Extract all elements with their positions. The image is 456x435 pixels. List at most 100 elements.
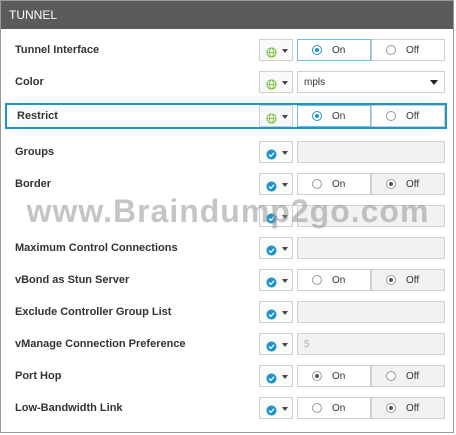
scope-dropdown[interactable] — [259, 397, 293, 419]
radio-off[interactable]: Off — [371, 269, 445, 291]
section-header: TUNNEL — [1, 1, 453, 29]
caret-down-icon — [282, 81, 288, 85]
caret-down-icon — [282, 311, 288, 315]
caret-down-icon — [282, 115, 288, 119]
radio-off[interactable]: Off — [371, 105, 445, 127]
check-circle-icon — [266, 211, 277, 224]
radio-on-label: On — [332, 179, 346, 190]
radio-indicator — [312, 371, 322, 381]
setting-row-vbond-as-stun-server: vBond as Stun Server On Off — [1, 265, 453, 297]
radio-on-label: On — [332, 371, 346, 382]
check-circle-icon — [266, 339, 277, 352]
setting-row-vmanage-connection-preference: vManage Connection Preference 5 — [1, 329, 453, 361]
caret-down-icon — [282, 247, 288, 251]
radio-indicator — [312, 179, 322, 189]
globe-icon — [266, 111, 277, 124]
radio-off[interactable]: Off — [371, 365, 445, 387]
scope-dropdown[interactable] — [259, 105, 293, 127]
radio-off[interactable]: Off — [371, 397, 445, 419]
caret-down-icon — [282, 407, 288, 411]
text-input[interactable] — [297, 205, 445, 227]
caret-down-icon — [282, 215, 288, 219]
select-value: mpls — [304, 77, 326, 88]
dropdown-arrow-icon — [430, 80, 438, 85]
setting-row-border: Border On Off — [1, 169, 453, 201]
setting-row-low-bandwidth-link: Low-Bandwidth Link On Off — [1, 393, 453, 425]
scope-dropdown[interactable] — [259, 365, 293, 387]
radio-indicator — [386, 179, 396, 189]
setting-label: Port Hop — [15, 370, 62, 382]
text-input[interactable] — [297, 301, 445, 323]
radio-on[interactable]: On — [297, 397, 371, 419]
radio-off[interactable]: Off — [371, 39, 445, 61]
radio-off-label: Off — [406, 45, 420, 56]
setting-label: Exclude Controller Group List — [15, 306, 172, 318]
radio-indicator — [312, 111, 322, 121]
radio-indicator — [386, 45, 396, 55]
scope-dropdown[interactable] — [259, 237, 293, 259]
scope-dropdown[interactable] — [259, 173, 293, 195]
radio-off[interactable]: Off — [371, 173, 445, 195]
caret-down-icon — [282, 151, 288, 155]
setting-label: vBond as Stun Server — [15, 274, 130, 286]
scope-dropdown[interactable] — [259, 141, 293, 163]
radio-off-label: Off — [406, 403, 420, 414]
setting-label: Restrict — [17, 110, 58, 122]
radio-indicator — [312, 403, 322, 413]
radio-on[interactable]: On — [297, 269, 371, 291]
check-circle-icon — [266, 307, 277, 320]
setting-row-exclude-controller-group-list: Exclude Controller Group List — [1, 297, 453, 329]
check-circle-icon — [266, 147, 277, 160]
setting-row-groups: Groups — [1, 137, 453, 169]
setting-row-tunnel-interface: Tunnel Interface On Off — [1, 35, 453, 67]
caret-down-icon — [282, 49, 288, 53]
text-input[interactable] — [297, 141, 445, 163]
radio-on[interactable]: On — [297, 105, 371, 127]
radio-indicator — [312, 275, 322, 285]
radio-off-label: Off — [406, 179, 420, 190]
radio-indicator — [312, 45, 322, 55]
setting-row-maximum-control-connections: Maximum Control Connections — [1, 233, 453, 265]
setting-label: vManage Connection Preference — [15, 338, 186, 350]
radio-on[interactable]: On — [297, 365, 371, 387]
radio-on-label: On — [332, 403, 346, 414]
globe-icon — [266, 45, 277, 58]
check-circle-icon — [266, 403, 277, 416]
text-input[interactable] — [297, 237, 445, 259]
setting-label: Maximum Control Connections — [15, 242, 178, 254]
check-circle-icon — [266, 275, 277, 288]
text-input[interactable]: 5 — [297, 333, 445, 355]
radio-indicator — [386, 371, 396, 381]
radio-indicator — [386, 111, 396, 121]
setting-label: Low-Bandwidth Link — [15, 402, 123, 414]
tunnel-panel: TUNNEL Tunnel Interface On Off Color mpls Res… — [0, 0, 454, 433]
check-circle-icon — [266, 371, 277, 384]
scope-dropdown[interactable] — [259, 39, 293, 61]
setting-row-row-5 — [1, 201, 453, 233]
radio-off-label: Off — [406, 371, 420, 382]
radio-indicator — [386, 403, 396, 413]
setting-label: Border — [15, 178, 52, 190]
scope-dropdown[interactable] — [259, 269, 293, 291]
caret-down-icon — [282, 279, 288, 283]
setting-row-color: Color mpls — [1, 67, 453, 99]
caret-down-icon — [282, 343, 288, 347]
scope-dropdown[interactable] — [259, 301, 293, 323]
scope-dropdown[interactable] — [259, 333, 293, 355]
scope-dropdown[interactable] — [259, 205, 293, 227]
scope-dropdown[interactable] — [259, 71, 293, 93]
radio-on-label: On — [332, 111, 346, 122]
color-select[interactable]: mpls — [297, 71, 445, 93]
radio-on[interactable]: On — [297, 173, 371, 195]
radio-indicator — [386, 275, 396, 285]
setting-row-port-hop: Port Hop On Off — [1, 361, 453, 393]
caret-down-icon — [282, 183, 288, 187]
radio-on[interactable]: On — [297, 39, 371, 61]
check-circle-icon — [266, 179, 277, 192]
radio-off-label: Off — [406, 111, 420, 122]
setting-label: Groups — [15, 146, 55, 158]
caret-down-icon — [282, 375, 288, 379]
radio-on-label: On — [332, 45, 346, 56]
radio-on-label: On — [332, 275, 346, 286]
radio-off-label: Off — [406, 275, 420, 286]
